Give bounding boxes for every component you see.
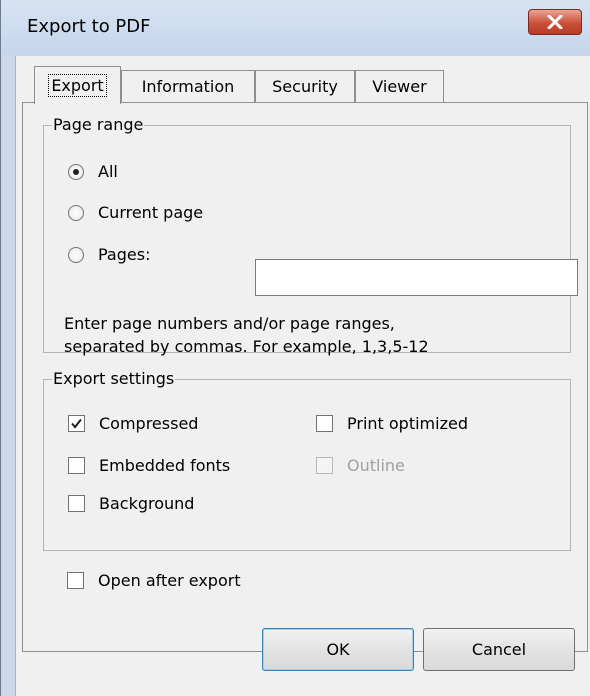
checkbox-compressed-label: Compressed [99, 414, 199, 433]
checkbox-print-optimized[interactable]: Print optimized [316, 414, 468, 433]
checkbox-background-label: Background [99, 494, 195, 513]
checkbox-embedded-fonts-label: Embedded fonts [99, 456, 231, 475]
close-icon [547, 15, 563, 29]
tab-strip: Export Information Security Viewer [16, 56, 590, 106]
cancel-button[interactable]: Cancel [423, 628, 575, 671]
radio-current-page-label: Current page [98, 203, 204, 222]
page-range-hint-line2: separated by commas. For example, 1,3,5-… [64, 337, 429, 356]
radio-pages-label: Pages: [98, 245, 151, 264]
checkbox-print-optimized-box[interactable] [316, 415, 333, 432]
checkbox-outline: Outline [316, 456, 405, 475]
window-title: Export to PDF [27, 16, 151, 37]
page-range-group: Page range All Current page Pages: Enter… [43, 115, 578, 356]
tab-information[interactable]: Information [121, 70, 255, 102]
checkbox-embedded-fonts[interactable]: Embedded fonts [68, 456, 230, 475]
radio-all[interactable]: All [68, 162, 118, 181]
checkbox-embedded-fonts-box[interactable] [68, 457, 85, 474]
dialog-client-area: Export Information Security Viewer Page … [15, 56, 590, 696]
checkbox-open-after-export-label: Open after export [98, 571, 241, 590]
checkbox-background-box[interactable] [68, 495, 85, 512]
radio-current-page[interactable]: Current page [68, 203, 203, 222]
radio-pages[interactable]: Pages: [68, 245, 150, 264]
close-button[interactable] [528, 9, 582, 35]
checkbox-outline-box [316, 457, 333, 474]
radio-pages-button[interactable] [68, 246, 84, 263]
pages-input[interactable] [255, 259, 578, 296]
title-bar[interactable]: Export to PDF [1, 0, 590, 56]
tab-export[interactable]: Export [34, 66, 121, 104]
export-settings-legend: Export settings [52, 369, 176, 388]
checkbox-background[interactable]: Background [68, 494, 194, 513]
tab-viewer[interactable]: Viewer [355, 70, 444, 102]
tab-export-label: Export [48, 74, 107, 97]
checkmark-icon [71, 418, 82, 429]
radio-all-label: All [98, 162, 118, 181]
checkbox-outline-label: Outline [347, 456, 405, 475]
page-range-legend: Page range [52, 115, 145, 134]
export-settings-group: Export settings Compressed Embedded font… [43, 369, 571, 551]
ok-button[interactable]: OK [262, 628, 414, 671]
page-range-hint: Enter page numbers and/or page ranges, s… [64, 312, 544, 358]
tab-security[interactable]: Security [255, 70, 355, 102]
checkbox-print-optimized-label: Print optimized [347, 414, 468, 433]
checkbox-compressed[interactable]: Compressed [68, 414, 198, 433]
checkbox-compressed-box[interactable] [68, 415, 85, 432]
tab-information-label: Information [141, 77, 235, 96]
page-range-hint-line1: Enter page numbers and/or page ranges, [64, 314, 395, 333]
checkbox-open-after-export-box[interactable] [67, 572, 84, 589]
radio-all-button[interactable] [68, 163, 84, 180]
tab-viewer-label: Viewer [372, 77, 427, 96]
checkbox-open-after-export[interactable]: Open after export [67, 571, 241, 590]
export-to-pdf-dialog: Export to PDF Export Information Securit… [0, 0, 590, 696]
radio-current-page-button[interactable] [68, 204, 84, 221]
tab-security-label: Security [272, 77, 338, 96]
export-tab-panel: Page range All Current page Pages: Enter… [22, 102, 588, 652]
